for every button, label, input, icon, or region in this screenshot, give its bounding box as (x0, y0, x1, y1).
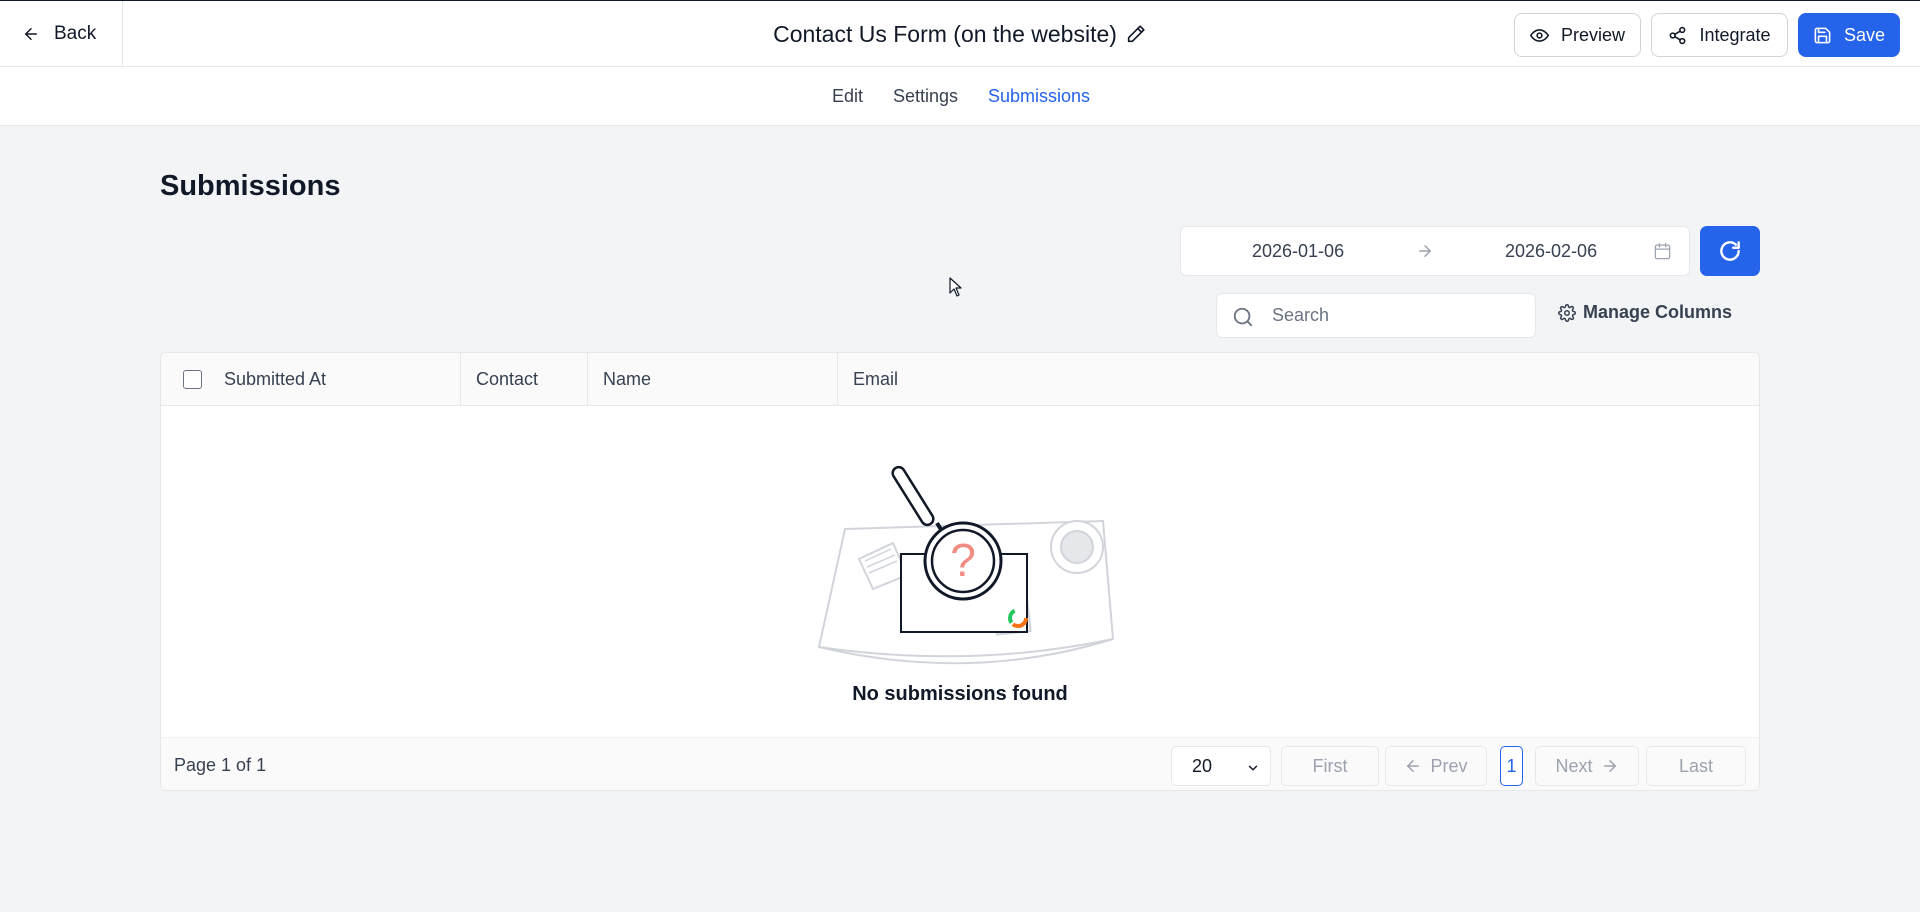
pencil-icon[interactable] (1125, 23, 1147, 45)
chevron-down-icon (1248, 765, 1258, 771)
empty-search-illustration: ? (817, 465, 1115, 665)
column-submitted-at[interactable]: Submitted At (161, 353, 461, 406)
integrate-button[interactable]: Integrate (1651, 13, 1788, 57)
preview-label: Preview (1560, 24, 1626, 45)
page-size-select[interactable]: 20 (1171, 746, 1271, 786)
search-icon (1233, 307, 1253, 327)
search-box (1216, 293, 1536, 338)
share-icon (1670, 26, 1686, 44)
tab-submissions[interactable]: Submissions (988, 82, 1090, 111)
svg-text:?: ? (950, 534, 976, 586)
date-start[interactable]: 2026-01-06 (1252, 241, 1344, 262)
tab-settings[interactable]: Settings (893, 82, 958, 111)
column-email[interactable]: Email (838, 353, 1759, 406)
arrow-left-icon (1407, 760, 1420, 772)
last-page-button[interactable]: Last (1646, 746, 1746, 786)
prev-label: Prev (1430, 755, 1468, 776)
save-disk-icon (1814, 27, 1831, 43)
column-label: Submitted At (224, 369, 327, 389)
tab-bar: Edit Settings Submissions (0, 67, 1920, 126)
first-page-button[interactable]: First (1281, 746, 1379, 786)
column-name[interactable]: Name (588, 353, 838, 406)
column-label: Contact (476, 369, 539, 389)
column-contact[interactable]: Contact (461, 353, 588, 406)
pagination-bar: Page 1 of 1 20 First Prev 1 Next Last (161, 737, 1759, 790)
page-info: Page 1 of 1 (174, 755, 267, 775)
last-label: Last (1678, 755, 1714, 776)
column-label: Name (603, 369, 652, 389)
eye-icon (1529, 28, 1549, 42)
back-label: Back (54, 23, 97, 44)
save-label: Save (1843, 24, 1886, 45)
table-header: Submitted At Contact Name Email (161, 353, 1759, 406)
search-input[interactable] (1217, 294, 1535, 337)
arrow-right-icon (1419, 245, 1431, 257)
submissions-table: Submitted At Contact Name Email ? No sub… (160, 352, 1760, 791)
tab-edit[interactable]: Edit (832, 82, 863, 111)
next-label: Next (1555, 755, 1593, 776)
page-title: Submissions (160, 170, 341, 202)
refresh-icon (1720, 241, 1740, 261)
page-size-value: 20 (1192, 755, 1213, 776)
form-title: Contact Us Form (on the website) (773, 20, 1117, 47)
top-header: Back Contact Us Form (on the website) Pr… (0, 0, 1920, 67)
save-button[interactable]: Save (1798, 13, 1900, 57)
next-page-button[interactable]: Next (1535, 746, 1639, 786)
calendar-icon (1654, 242, 1671, 260)
preview-button[interactable]: Preview (1514, 13, 1641, 57)
integrate-label: Integrate (1699, 24, 1771, 45)
back-button[interactable]: Back (0, 1, 123, 67)
manage-columns-button[interactable]: Manage Columns (1558, 302, 1732, 323)
select-all-checkbox[interactable] (183, 370, 202, 389)
empty-state-message: No submissions found (852, 683, 1068, 705)
gear-icon (1558, 303, 1576, 322)
refresh-button[interactable] (1700, 226, 1760, 276)
manage-columns-label: Manage Columns (1583, 302, 1733, 322)
column-label: Email (853, 369, 899, 389)
arrow-left-icon (25, 28, 37, 40)
date-range-picker[interactable]: 2026-01-06 2026-02-06 (1180, 226, 1690, 276)
mouse-cursor-icon (949, 277, 962, 297)
arrow-right-icon (1603, 760, 1616, 772)
prev-page-button[interactable]: Prev (1385, 746, 1487, 786)
first-label: First (1312, 755, 1348, 776)
page-number-button[interactable]: 1 (1500, 746, 1523, 786)
date-end[interactable]: 2026-02-06 (1505, 241, 1597, 262)
